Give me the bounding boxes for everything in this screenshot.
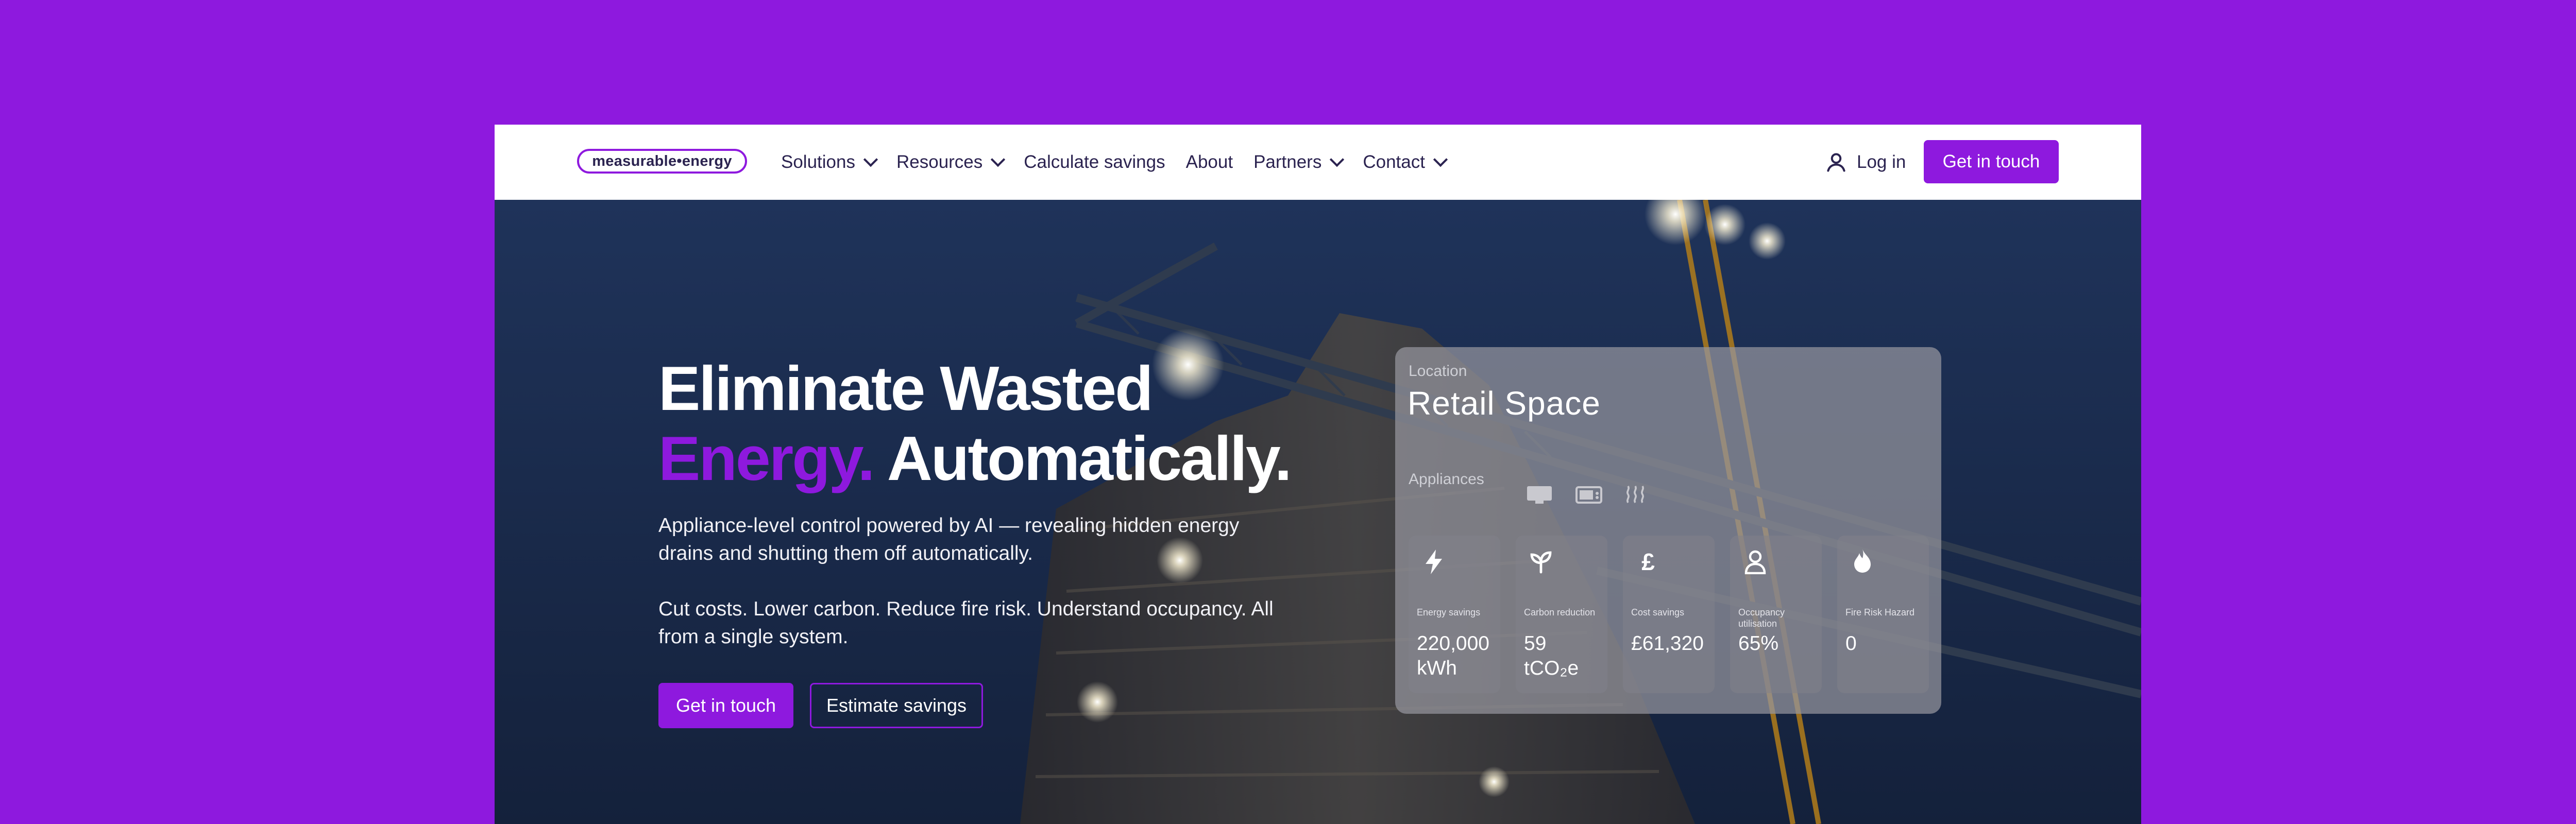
metric-occupancy-utilisation: Occupancy utilisation 65% — [1730, 536, 1822, 693]
metric-value: 65% — [1738, 632, 1779, 655]
metric-value: 220,000 kWh — [1417, 632, 1489, 679]
metric-fire-risk: Fire Risk Hazard 0 — [1837, 536, 1929, 693]
headline-rest: Automatically. — [873, 423, 1292, 493]
login-label: Log in — [1857, 152, 1906, 172]
metric-name: Energy savings — [1417, 607, 1481, 617]
metric-carbon-reduction: Carbon reduction 59 tCO₂e — [1516, 536, 1607, 693]
metric-name: Fire Risk Hazard — [1845, 607, 1915, 617]
headline-line-1: Eliminate Wasted — [658, 353, 1154, 423]
hero-get-in-touch-button[interactable]: Get in touch — [658, 683, 793, 728]
headline-accent: Energy. — [658, 423, 875, 493]
nav-item-solutions[interactable]: Solutions — [781, 152, 878, 173]
hero-paragraph-2: Cut costs. Lower carbon. Reduce fire ris… — [658, 598, 1274, 648]
metric-name: Carbon reduction — [1524, 607, 1596, 617]
nav-item-label: Resources — [896, 152, 983, 172]
appliances-label: Appliances — [1409, 471, 1484, 488]
metrics-row: Energy savings 220,000 kWh Carbon reduct… — [1409, 536, 1929, 693]
hero-section: Eliminate Wasted Energy. Automatically. … — [495, 200, 2141, 824]
metric-value: 0 — [1845, 632, 1857, 655]
location-value: Retail Space — [1408, 385, 1601, 422]
flame-icon — [1850, 549, 1875, 575]
hero-headline: Eliminate Wasted Energy. Automatically. — [658, 353, 1292, 493]
metric-energy-savings: Energy savings 220,000 kWh — [1409, 536, 1500, 693]
headline-line-2: Energy. Automatically. — [658, 423, 1292, 493]
nav-item-contact[interactable]: Contact — [1363, 152, 1448, 173]
nav-item-resources[interactable]: Resources — [896, 152, 1006, 173]
hero-paragraph-1: Appliance-level control powered by AI — … — [658, 514, 1240, 564]
login-link[interactable]: Log in — [1825, 125, 1906, 200]
nav-item-label: Calculate savings — [1024, 152, 1165, 172]
lightning-icon — [1421, 549, 1447, 575]
nav-item-about[interactable]: About — [1186, 152, 1233, 173]
brand-logo[interactable]: measurable•energy — [577, 149, 747, 174]
pound-icon: £ — [1641, 548, 1655, 575]
nav-item-label: Partners — [1253, 152, 1322, 172]
person-icon — [1742, 549, 1768, 575]
nav-item-partners[interactable]: Partners — [1253, 152, 1345, 173]
leaf-icon — [1528, 549, 1554, 575]
chevron-down-icon — [991, 152, 1006, 167]
microwave-icon — [1575, 485, 1602, 505]
chevron-down-icon — [1433, 152, 1448, 167]
metric-value: £61,320 — [1631, 632, 1704, 655]
heater-icon — [1625, 485, 1646, 505]
nav-item-label: Contact — [1363, 152, 1425, 172]
top-navbar: measurable•energy Solutions Resources Ca… — [495, 125, 2141, 200]
monitor-icon — [1526, 485, 1553, 505]
chevron-down-icon — [863, 152, 878, 167]
metric-name: Occupancy utilisation — [1738, 607, 1785, 629]
metric-value: 59 tCO₂e — [1524, 632, 1579, 679]
main-menu: Solutions Resources Calculate savings Ab… — [781, 125, 1466, 200]
nav-item-label: Solutions — [781, 152, 855, 172]
metric-name: Cost savings — [1631, 607, 1685, 617]
savings-dashboard-card: Location Retail Space Appliances Energy … — [1395, 347, 1941, 714]
chevron-down-icon — [1330, 152, 1345, 167]
page-frame: measurable•energy Solutions Resources Ca… — [495, 125, 2141, 824]
user-icon — [1827, 153, 1845, 172]
estimate-savings-button[interactable]: Estimate savings — [810, 683, 983, 728]
location-label: Location — [1409, 363, 1467, 380]
metric-cost-savings: £ Cost savings £61,320 — [1623, 536, 1715, 693]
get-in-touch-button[interactable]: Get in touch — [1924, 140, 2059, 183]
nav-item-calculate-savings[interactable]: Calculate savings — [1024, 152, 1165, 173]
appliance-icons — [1526, 485, 1668, 505]
nav-item-label: About — [1185, 152, 1233, 172]
